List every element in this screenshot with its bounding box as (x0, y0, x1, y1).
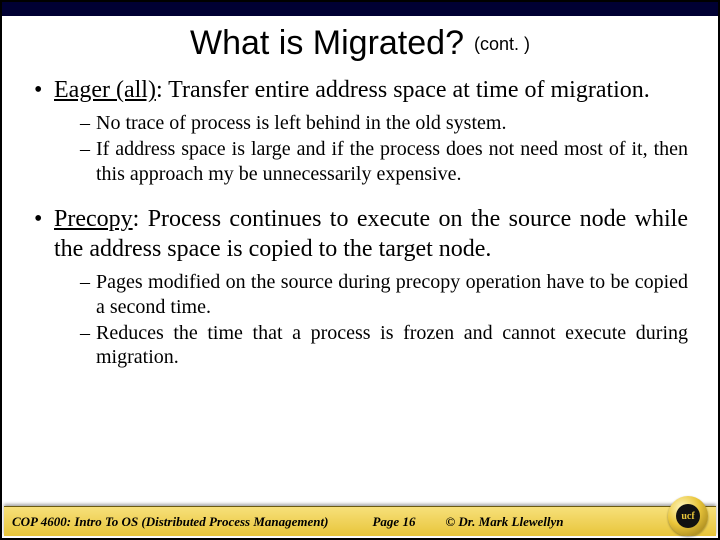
top-stripe (2, 2, 718, 16)
bullet-lead: Precopy (54, 206, 133, 232)
ucf-logo: ucf (668, 496, 708, 536)
logo-ring-icon: ucf (668, 496, 708, 536)
footer-bar: COP 4600: Intro To OS (Distributed Proce… (4, 506, 716, 536)
logo-center-icon: ucf (676, 504, 700, 528)
bullet-rest: : Transfer entire address space at time … (156, 77, 650, 103)
slide-title-cont: (cont. ) (474, 34, 530, 54)
footer-page: Page 16 (372, 514, 415, 530)
slide: What is Migrated? (cont. ) Eager (all): … (0, 0, 720, 540)
bullet-precopy: Precopy: Process continues to execute on… (32, 204, 688, 264)
content-area: Eager (all): Transfer entire address spa… (2, 75, 718, 370)
sub-item: No trace of process is left behind in th… (80, 111, 688, 135)
bullet-lead: Eager (all) (54, 77, 156, 103)
sub-list-precopy: Pages modified on the source during prec… (32, 270, 688, 370)
bullet-eager: Eager (all): Transfer entire address spa… (32, 75, 688, 105)
bullet-rest: : Process continues to execute on the so… (54, 206, 688, 262)
sub-item: If address space is large and if the pro… (80, 137, 688, 186)
sub-item: Reduces the time that a process is froze… (80, 321, 688, 370)
footer-copyright: © Dr. Mark Llewellyn (445, 514, 563, 530)
logo-text: ucf (681, 511, 694, 522)
title-area: What is Migrated? (cont. ) (2, 16, 718, 75)
sub-item: Pages modified on the source during prec… (80, 270, 688, 319)
slide-title: What is Migrated? (190, 24, 464, 62)
footer-course: COP 4600: Intro To OS (Distributed Proce… (12, 514, 328, 530)
sub-list-eager: No trace of process is left behind in th… (32, 111, 688, 186)
